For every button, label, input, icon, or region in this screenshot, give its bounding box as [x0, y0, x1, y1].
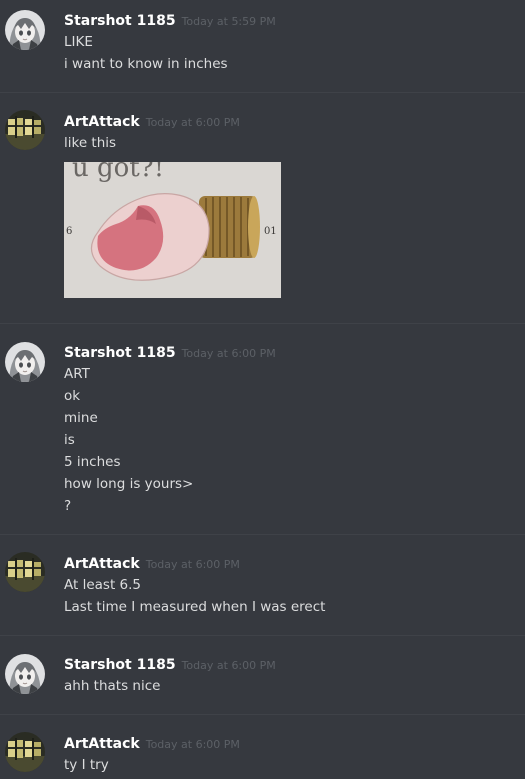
- avatar[interactable]: [5, 110, 45, 150]
- message-line: ahh thats nice: [64, 678, 161, 694]
- message-body: ty I try: [64, 754, 109, 776]
- avatar[interactable]: [5, 342, 45, 382]
- username[interactable]: ArtAttack: [64, 736, 140, 752]
- anime-girl-avatar-icon: [5, 654, 45, 694]
- message-line: ty I try: [64, 757, 109, 773]
- message-line: ok: [64, 388, 81, 404]
- message-body: like this: [64, 132, 116, 154]
- message-header: Starshot 1185 Today at 6:00 PM: [64, 654, 276, 673]
- message-line: mine: [64, 410, 98, 426]
- avatar[interactable]: [5, 654, 45, 694]
- meme-image: u got?! 6 01: [64, 162, 281, 298]
- anime-girl-avatar-icon: [5, 10, 45, 50]
- message-line: LIKE: [64, 34, 93, 50]
- avatar[interactable]: [5, 552, 45, 592]
- message-divider: [0, 714, 525, 715]
- timestamp: Today at 6:00 PM: [145, 116, 240, 129]
- message-line: is: [64, 432, 75, 448]
- timestamp: Today at 6:00 PM: [181, 347, 276, 360]
- message-header: Starshot 1185 Today at 6:00 PM: [64, 342, 276, 361]
- username[interactable]: ArtAttack: [64, 114, 140, 130]
- avatar[interactable]: [5, 10, 45, 50]
- image-attachment[interactable]: u got?! 6 01: [64, 162, 281, 298]
- message-divider: [0, 635, 525, 636]
- message-line: how long is yours>: [64, 476, 194, 492]
- message-header: Starshot 1185 Today at 5:59 PM: [64, 10, 276, 29]
- message-body: At least 6.5 Last time I measured when I…: [64, 574, 325, 618]
- username[interactable]: Starshot 1185: [64, 13, 176, 29]
- building-avatar-icon: [5, 552, 45, 592]
- message-line: like this: [64, 135, 117, 151]
- image-left-mark: 6: [66, 226, 72, 237]
- message-header: ArtAttack Today at 6:00 PM: [64, 553, 240, 572]
- message-divider: [0, 92, 525, 93]
- message-line: i want to know in inches: [64, 56, 228, 72]
- username[interactable]: ArtAttack: [64, 556, 140, 572]
- building-avatar-icon: [5, 732, 45, 772]
- message-divider: [0, 534, 525, 535]
- message-body: ahh thats nice: [64, 675, 160, 697]
- timestamp: Today at 6:00 PM: [181, 659, 276, 672]
- username[interactable]: Starshot 1185: [64, 345, 176, 361]
- message-header: ArtAttack Today at 6:00 PM: [64, 111, 240, 130]
- avatar[interactable]: [5, 732, 45, 772]
- message-line: ?: [64, 498, 72, 514]
- message-line: At least 6.5: [64, 577, 141, 593]
- building-avatar-icon: [5, 110, 45, 150]
- message-line: 5 inches: [64, 454, 121, 470]
- username[interactable]: Starshot 1185: [64, 657, 176, 673]
- message-header: ArtAttack Today at 6:00 PM: [64, 733, 240, 752]
- image-caption: u got?!: [72, 162, 164, 183]
- timestamp: Today at 6:00 PM: [145, 738, 240, 751]
- message-divider: [0, 323, 525, 324]
- timestamp: Today at 5:59 PM: [181, 15, 276, 28]
- message-body: ART ok mine is 5 inches how long is your…: [64, 363, 193, 517]
- image-right-mark: 01: [264, 226, 277, 237]
- message-body: LIKE i want to know in inches: [64, 31, 228, 75]
- timestamp: Today at 6:00 PM: [145, 558, 240, 571]
- chat-log: Starshot 1185 Today at 5:59 PM LIKE i wan…: [0, 0, 525, 779]
- message-line: ART: [64, 366, 90, 382]
- anime-girl-avatar-icon: [5, 342, 45, 382]
- message-line: Last time I measured when I was erect: [64, 599, 326, 615]
